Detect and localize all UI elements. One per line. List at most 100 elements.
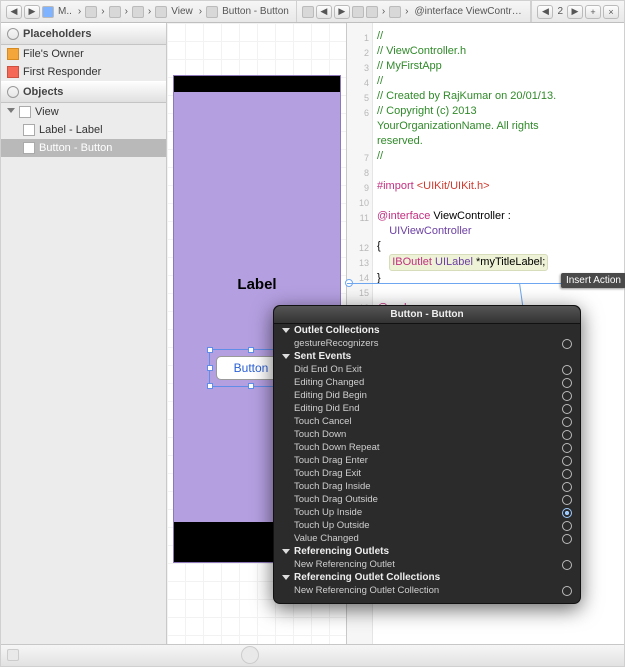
back-button[interactable]: ◀ [316,5,332,19]
label-item[interactable]: Label - Label [1,121,166,139]
crumb-item[interactable]: @interface ViewContr… [412,6,525,17]
connection-item[interactable]: Value Changed [274,532,580,545]
popover-section-header[interactable]: Referencing Outlets [274,545,580,558]
counterpart-icon[interactable] [352,6,364,18]
connection-item[interactable]: Touch Drag Inside [274,480,580,493]
item-label: View [35,106,59,118]
connection-item[interactable]: New Referencing Outlet [274,558,580,571]
gear-icon[interactable] [7,28,19,40]
connection-item[interactable]: Editing Changed [274,376,580,389]
connection-item[interactable]: Editing Did End [274,402,580,415]
connection-item[interactable]: Touch Drag Exit [274,467,580,480]
chevron-down-icon[interactable] [7,108,15,117]
nav-prev-button[interactable]: ◀ [537,5,553,19]
connection-socket[interactable] [562,391,572,401]
connection-item[interactable]: Touch Down Repeat [274,441,580,454]
connection-socket[interactable] [562,430,572,440]
connection-label: Touch Drag Outside [294,494,378,505]
crumb-sep: › [122,6,131,17]
connection-item[interactable]: Touch Drag Enter [274,454,580,467]
objects-header: Objects [1,81,166,103]
view-icon [155,6,167,18]
connection-socket[interactable] [562,404,572,414]
connection-item[interactable]: gestureRecognizers [274,337,580,350]
insert-action-tooltip: Insert Action [561,273,625,288]
connection-socket[interactable] [562,495,572,505]
connection-item[interactable]: Touch Up Inside [274,506,580,519]
button-icon [23,142,35,154]
connection-label: Touch Drag Inside [294,481,371,492]
forward-button[interactable]: ▶ [24,5,40,19]
button-title: Button [234,361,269,375]
connection-socket[interactable] [562,508,572,518]
connection-socket[interactable] [562,443,572,453]
cube-icon [7,66,19,78]
section-title: Referencing Outlet Collections [294,572,440,583]
back-button[interactable]: ◀ [6,5,22,19]
panel-title: Objects [23,86,63,98]
assistant-controls: ◀ 2 ▶ + × [531,1,624,22]
first-responder-item[interactable]: First Responder [1,63,166,81]
connection-label: Touch Down Repeat [294,442,380,453]
chevron-down-icon [282,354,290,359]
popover-section-header[interactable]: Sent Events [274,350,580,363]
connection-socket[interactable] [562,534,572,544]
section-title: Sent Events [294,351,351,362]
connection-item[interactable]: Touch Down [274,428,580,441]
chevron-down-icon [282,328,290,333]
connection-socket[interactable] [562,469,572,479]
connection-label: Editing Did Begin [294,390,367,401]
connection-item[interactable]: Touch Up Outside [274,519,580,532]
forward-button[interactable]: ▶ [334,5,350,19]
popover-section-header[interactable]: Outlet Collections [274,324,580,337]
close-assistant-button[interactable]: × [603,5,619,19]
crumb-sep: › [145,6,154,17]
connection-label: Touch Drag Enter [294,455,368,466]
placeholders-header: Placeholders [1,23,166,45]
connection-item[interactable]: Did End On Exit [274,363,580,376]
connection-label: gestureRecognizers [294,338,379,349]
connection-socket[interactable] [562,417,572,427]
connection-socket[interactable] [562,378,572,388]
connection-socket[interactable] [562,586,572,596]
crumb-sep: › [75,6,84,17]
add-assistant-button[interactable]: + [585,5,601,19]
label-icon [23,124,35,136]
zoom-control[interactable] [241,646,259,664]
crumb-item[interactable]: View [168,6,196,17]
connections-popover[interactable]: Button - Button Outlet Collectionsgestur… [273,305,581,604]
connection-label: Touch Up Inside [294,507,362,518]
gear-icon[interactable] [7,86,19,98]
crumb-item[interactable]: Button - Button [219,6,292,17]
button-item[interactable]: Button - Button [1,139,166,157]
cube-icon [7,48,19,60]
connection-socket[interactable] [562,560,572,570]
connection-socket[interactable] [562,456,572,466]
connection-item[interactable]: New Referencing Outlet Collection [274,584,580,597]
assistant-count: 2 [554,6,566,17]
outline-toggle-button[interactable] [7,649,19,661]
related-icon[interactable] [302,6,314,18]
crumb-sep: › [402,6,411,17]
crumb-sep: › [379,6,388,17]
connection-socket[interactable] [562,339,572,349]
connection-item[interactable]: Editing Did Begin [274,389,580,402]
crumb-sep: › [196,6,205,17]
connection-item[interactable]: Touch Drag Outside [274,493,580,506]
crumb-item[interactable]: M.. [55,6,75,17]
view-icon [19,106,31,118]
view-item[interactable]: View [1,103,166,121]
connection-socket[interactable] [562,521,572,531]
file-icon [42,6,54,18]
chevron-down-icon [282,575,290,580]
file-icon [132,6,144,18]
connection-socket[interactable] [562,482,572,492]
files-owner-item[interactable]: File's Owner [1,45,166,63]
connection-socket[interactable] [562,365,572,375]
connection-item[interactable]: Touch Cancel [274,415,580,428]
connection-label: Value Changed [294,533,359,544]
nav-next-button[interactable]: ▶ [567,5,583,19]
jump-bar-left: ◀ ▶ M.. › › › › View › Button - Button [1,1,297,22]
popover-section-header[interactable]: Referencing Outlet Collections [274,571,580,584]
ui-label[interactable]: Label [174,276,340,293]
